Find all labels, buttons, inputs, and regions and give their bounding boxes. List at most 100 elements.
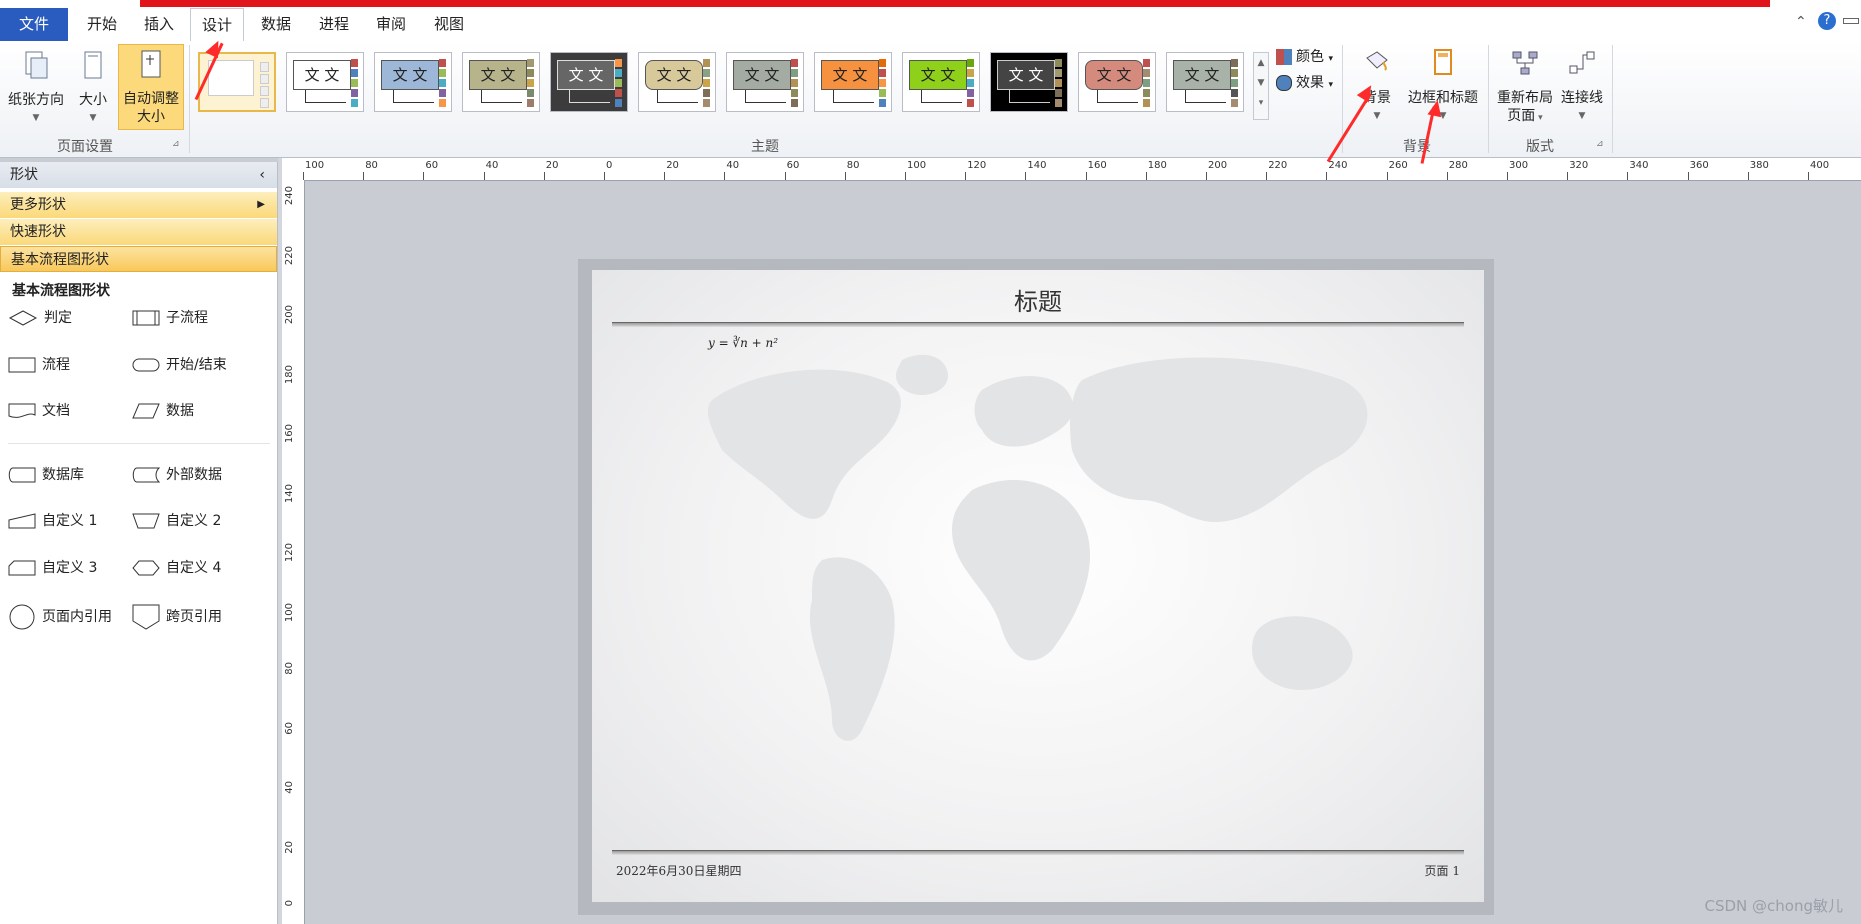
title-highlight-bar [140, 0, 1770, 7]
group-separator [1488, 45, 1489, 153]
window-restore-icon[interactable] [1843, 18, 1859, 24]
auto-resize-label-2: 大小 [137, 109, 165, 125]
theme-office[interactable] [198, 52, 276, 112]
shape-external-data[interactable]: 外部数据 [132, 461, 222, 489]
footer-page-number[interactable]: 页面 1 [1425, 862, 1460, 879]
paper-orientation-button[interactable]: 纸张方向 ▼ [4, 50, 68, 127]
tab-review[interactable]: 审阅 [365, 8, 417, 41]
ruler-tick [1025, 172, 1027, 180]
shape-document[interactable]: 文档 [8, 397, 70, 425]
size-dropdown-icon: ▼ [89, 113, 97, 123]
collapse-panel-icon[interactable]: ‹ [259, 162, 265, 188]
connector-icon [1569, 51, 1595, 74]
shape-label: 流程 [42, 357, 70, 373]
tab-file[interactable]: 文件 [0, 8, 68, 41]
help-icon[interactable]: ? [1818, 12, 1836, 30]
ruler-tick [664, 172, 666, 180]
layout-launcher-icon[interactable]: ⊿ [1596, 139, 1604, 149]
watermark-text: CSDN @chong敏儿 [1704, 897, 1844, 915]
auto-resize-button[interactable]: 自动调整 大小 [118, 44, 184, 130]
shape-custom3[interactable]: 自定义 3 [8, 554, 97, 582]
ruler-label: 0 [284, 900, 295, 907]
title-rule [612, 322, 1464, 327]
effects-button[interactable]: 效果 ▾ [1276, 72, 1333, 92]
basic-flowchart-stencil[interactable]: 基本流程图形状 [0, 246, 277, 272]
more-shapes-arrow-icon: ▶ [257, 199, 265, 210]
ruler-tick [1627, 172, 1629, 180]
shape-subprocess[interactable]: 子流程 [132, 304, 208, 332]
drawing-page[interactable]: 标题 y = ∛n + n² 2022年6月30日星期四 页面 1 [592, 270, 1484, 902]
tab-insert[interactable]: 插入 [133, 8, 185, 41]
relayout-page-button[interactable]: 重新布局 页面 ▾ [1494, 48, 1556, 127]
theme-4[interactable]: 文 文 [462, 52, 540, 112]
ruler-label: 140 [1027, 160, 1047, 171]
page-setup-group-label: 页面设置 [57, 139, 113, 155]
ruler-label: 60 [786, 160, 800, 171]
theme-8[interactable]: 文 文 [814, 52, 892, 112]
theme-11[interactable]: 文 文 [1078, 52, 1156, 112]
colors-button[interactable]: 颜色 ▾ [1276, 46, 1333, 66]
ruler-label: 60 [425, 160, 439, 171]
theme-9[interactable]: 文 文 [902, 52, 980, 112]
theme-6[interactable]: 文 文 [638, 52, 716, 112]
theme-sample-text: 文 文 [469, 60, 527, 90]
ruler-label: 140 [284, 483, 295, 503]
tab-data[interactable]: 数据 [250, 8, 302, 41]
border-title-button[interactable]: 边框和标题 ▼ [1404, 48, 1482, 125]
shape-database[interactable]: 数据库 [8, 461, 84, 489]
theme-2[interactable]: 文 文 [286, 52, 364, 112]
ruler-label: 360 [1689, 160, 1709, 171]
database-icon [8, 467, 36, 483]
shape-label: 页面内引用 [42, 609, 112, 625]
shape-label: 自定义 4 [166, 560, 222, 576]
terminator-icon [132, 358, 160, 372]
theme-12[interactable]: 文 文 [1166, 52, 1244, 112]
minimize-ribbon-icon[interactable]: ⌃ [1795, 14, 1807, 30]
shape-offpage-reference[interactable]: 跨页引用 [132, 601, 222, 633]
ruler-label: 40 [485, 160, 499, 171]
basic-flowchart-label: 基本流程图形状 [11, 252, 109, 268]
theme-5[interactable]: 文 文 [550, 52, 628, 112]
colors-label: 颜色 [1296, 49, 1324, 65]
connector-button[interactable]: 连接线 ▼ [1558, 48, 1606, 125]
shape-data[interactable]: 数据 [132, 397, 194, 425]
effects-label: 效果 [1296, 75, 1324, 91]
footer-rule [612, 850, 1464, 855]
tab-process[interactable]: 进程 [308, 8, 360, 41]
circle-icon [9, 604, 35, 630]
shape-onpage-reference[interactable]: 页面内引用 [8, 601, 112, 633]
size-button[interactable]: 大小 ▼ [74, 50, 112, 127]
shapes-panel-title: 形状 [10, 167, 38, 183]
shape-custom1[interactable]: 自定义 1 [8, 507, 97, 535]
theme-3[interactable]: 文 文 [374, 52, 452, 112]
shape-custom2[interactable]: 自定义 2 [132, 507, 221, 535]
shape-process[interactable]: 流程 [8, 351, 70, 379]
theme-sample-text: 文 文 [1173, 60, 1231, 90]
ruler-label: 200 [284, 305, 295, 325]
page-setup-launcher-icon[interactable]: ⊿ [172, 139, 180, 149]
ruler-label: 220 [1268, 160, 1288, 171]
more-shapes-button[interactable]: 更多形状 ▶ [0, 192, 277, 218]
theme-gallery-scroll[interactable]: ▲ ▼ ▾ [1253, 52, 1269, 120]
tab-view[interactable]: 视图 [423, 8, 475, 41]
shape-terminator[interactable]: 开始/结束 [132, 351, 227, 379]
tab-design[interactable]: 设计 [190, 8, 244, 41]
ruler-label: 240 [1328, 160, 1348, 171]
theme-sample-text: 文 文 [733, 60, 791, 90]
page-title[interactable]: 标题 [592, 282, 1484, 317]
theme-10[interactable]: 文 文 [990, 52, 1068, 112]
ruler-label: 320 [1569, 160, 1589, 171]
footer-date[interactable]: 2022年6月30日星期四 [616, 862, 741, 879]
ruler-tick [423, 172, 425, 180]
subprocess-icon [132, 310, 160, 326]
quick-shapes-button[interactable]: 快速形状 [0, 219, 277, 245]
ruler-label: 280 [1448, 160, 1468, 171]
tab-home[interactable]: 开始 [76, 8, 128, 41]
effects-icon [1276, 75, 1292, 91]
formula-text[interactable]: y = ∛n + n² [708, 336, 778, 350]
shape-custom4[interactable]: 自定义 4 [132, 554, 221, 582]
ruler-tick [1085, 172, 1087, 180]
shape-decision[interactable]: 判定 [8, 304, 72, 332]
ruler-label: 0 [606, 160, 613, 171]
theme-7[interactable]: 文 文 [726, 52, 804, 112]
